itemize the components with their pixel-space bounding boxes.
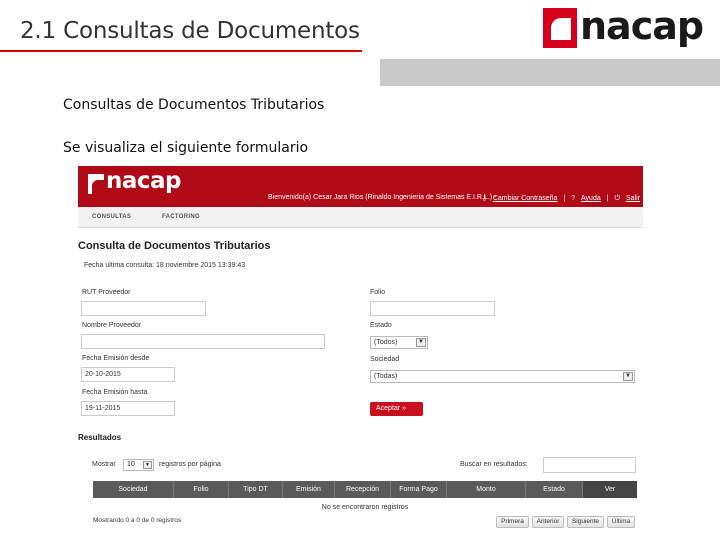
rut-input[interactable] [81, 301, 206, 316]
chevron-down-icon: ▼ [143, 461, 152, 469]
title-underline [0, 50, 362, 52]
inacap-logo-text: nacap [580, 4, 704, 48]
results-table-header: Sociedad Folio Tipo DT Emisión Recepción… [93, 481, 637, 498]
showing-text: Mostrando 0 a 0 de 0 registros [93, 517, 182, 524]
logout-link[interactable]: Salir [626, 195, 640, 202]
results-title: Resultados [78, 433, 122, 442]
rut-label: RUT Proveedor [82, 289, 131, 296]
app-nav: CONSULTAS FACTORING [78, 207, 643, 228]
date-from-input[interactable]: 20-10-2015 [81, 367, 175, 382]
slide-text: Se visualiza el siguiente formulario [63, 140, 309, 156]
provider-label: Nombre Proveedor [82, 322, 142, 329]
page-size-select[interactable]: 10 ▼ [123, 459, 154, 471]
nav-factoring[interactable]: FACTORING [162, 214, 200, 220]
search-label: Buscar en resultados: [460, 461, 528, 468]
state-select[interactable]: (Todos) ▼ [370, 336, 428, 349]
help-icon: ? [571, 195, 576, 202]
nav-consultas[interactable]: CONSULTAS [92, 214, 131, 220]
page-size-value: 10 [127, 461, 135, 468]
column-header-forma-pago[interactable]: Forma Pago [391, 481, 447, 498]
column-header-sociedad[interactable]: Sociedad [93, 481, 174, 498]
column-header-emision[interactable]: Emisión [283, 481, 335, 498]
form-title: Consulta de Documentos Tributarios [78, 240, 271, 252]
date-to-input[interactable]: 19-11-2015 [81, 401, 175, 416]
date-from-label: Fecha Emisión desde [82, 355, 150, 362]
state-select-value: (Todos) [374, 339, 398, 346]
change-password-link[interactable]: Cambiar Contraseña [493, 195, 558, 202]
app-screenshot: nacap Bienvenido(a) Cesar Jara Rios (Rin… [78, 166, 643, 532]
pager-next-button[interactable]: Siguiente [567, 516, 604, 528]
pager-previous-button[interactable]: Anterior [532, 516, 564, 528]
slide-subtitle: Consultas de Documentos Tributarios [63, 97, 325, 113]
pager-first-button[interactable]: Primera [496, 516, 529, 528]
app-logo-text: nacap [106, 168, 182, 194]
column-header-recepcion[interactable]: Recepción [335, 481, 391, 498]
header-links: ⚷ Cambiar Contraseña | ? Ayuda | ⏻ Salir [478, 194, 640, 203]
society-select-value: (Todas) [374, 373, 398, 380]
welcome-text: Bienvenido(a) Cesar Jara Rios (Rinaldo I… [268, 194, 497, 201]
search-input[interactable] [543, 457, 636, 473]
per-page-label: registros por página [159, 461, 221, 468]
separator: | [606, 195, 609, 202]
decorative-band [380, 59, 720, 86]
folio-input[interactable] [370, 301, 495, 316]
slide-title: 2.1 Consultas de Documentos [20, 18, 360, 44]
chevron-down-icon: ▼ [416, 338, 426, 347]
app-logo-mark [88, 174, 104, 194]
society-select[interactable]: (Todas) ▼ [370, 370, 635, 383]
empty-message: No se encontraron registros [321, 504, 409, 511]
society-label: Sociedad [370, 356, 400, 363]
show-label: Mostrar [92, 461, 116, 468]
logout-icon: ⏻ [614, 195, 621, 202]
last-query-text: Fecha ultima consulta: 18 noviembre 2015… [84, 262, 246, 269]
provider-input[interactable] [81, 334, 325, 349]
state-label: Estado [370, 322, 392, 329]
column-header-estado[interactable]: Estado [526, 481, 583, 498]
separator: | [563, 195, 566, 202]
column-header-folio[interactable]: Folio [174, 481, 229, 498]
key-icon: ⚷ [481, 195, 487, 202]
column-header-monto[interactable]: Monto [447, 481, 526, 498]
app-header: nacap Bienvenido(a) Cesar Jara Rios (Rin… [78, 166, 643, 207]
inacap-logo: nacap [540, 4, 715, 52]
date-to-label: Fecha Emisión hasta [82, 389, 148, 396]
accept-button[interactable]: Aceptar » [370, 402, 423, 416]
folio-label: Folio [370, 289, 386, 296]
column-header-tipo-dt[interactable]: Tipo DT [229, 481, 283, 498]
inacap-logo-mark [543, 8, 577, 48]
column-header-ver[interactable]: Ver [583, 481, 637, 498]
chevron-down-icon: ▼ [623, 372, 633, 381]
pager-last-button[interactable]: Última [607, 516, 635, 528]
help-link[interactable]: Ayuda [581, 195, 601, 202]
